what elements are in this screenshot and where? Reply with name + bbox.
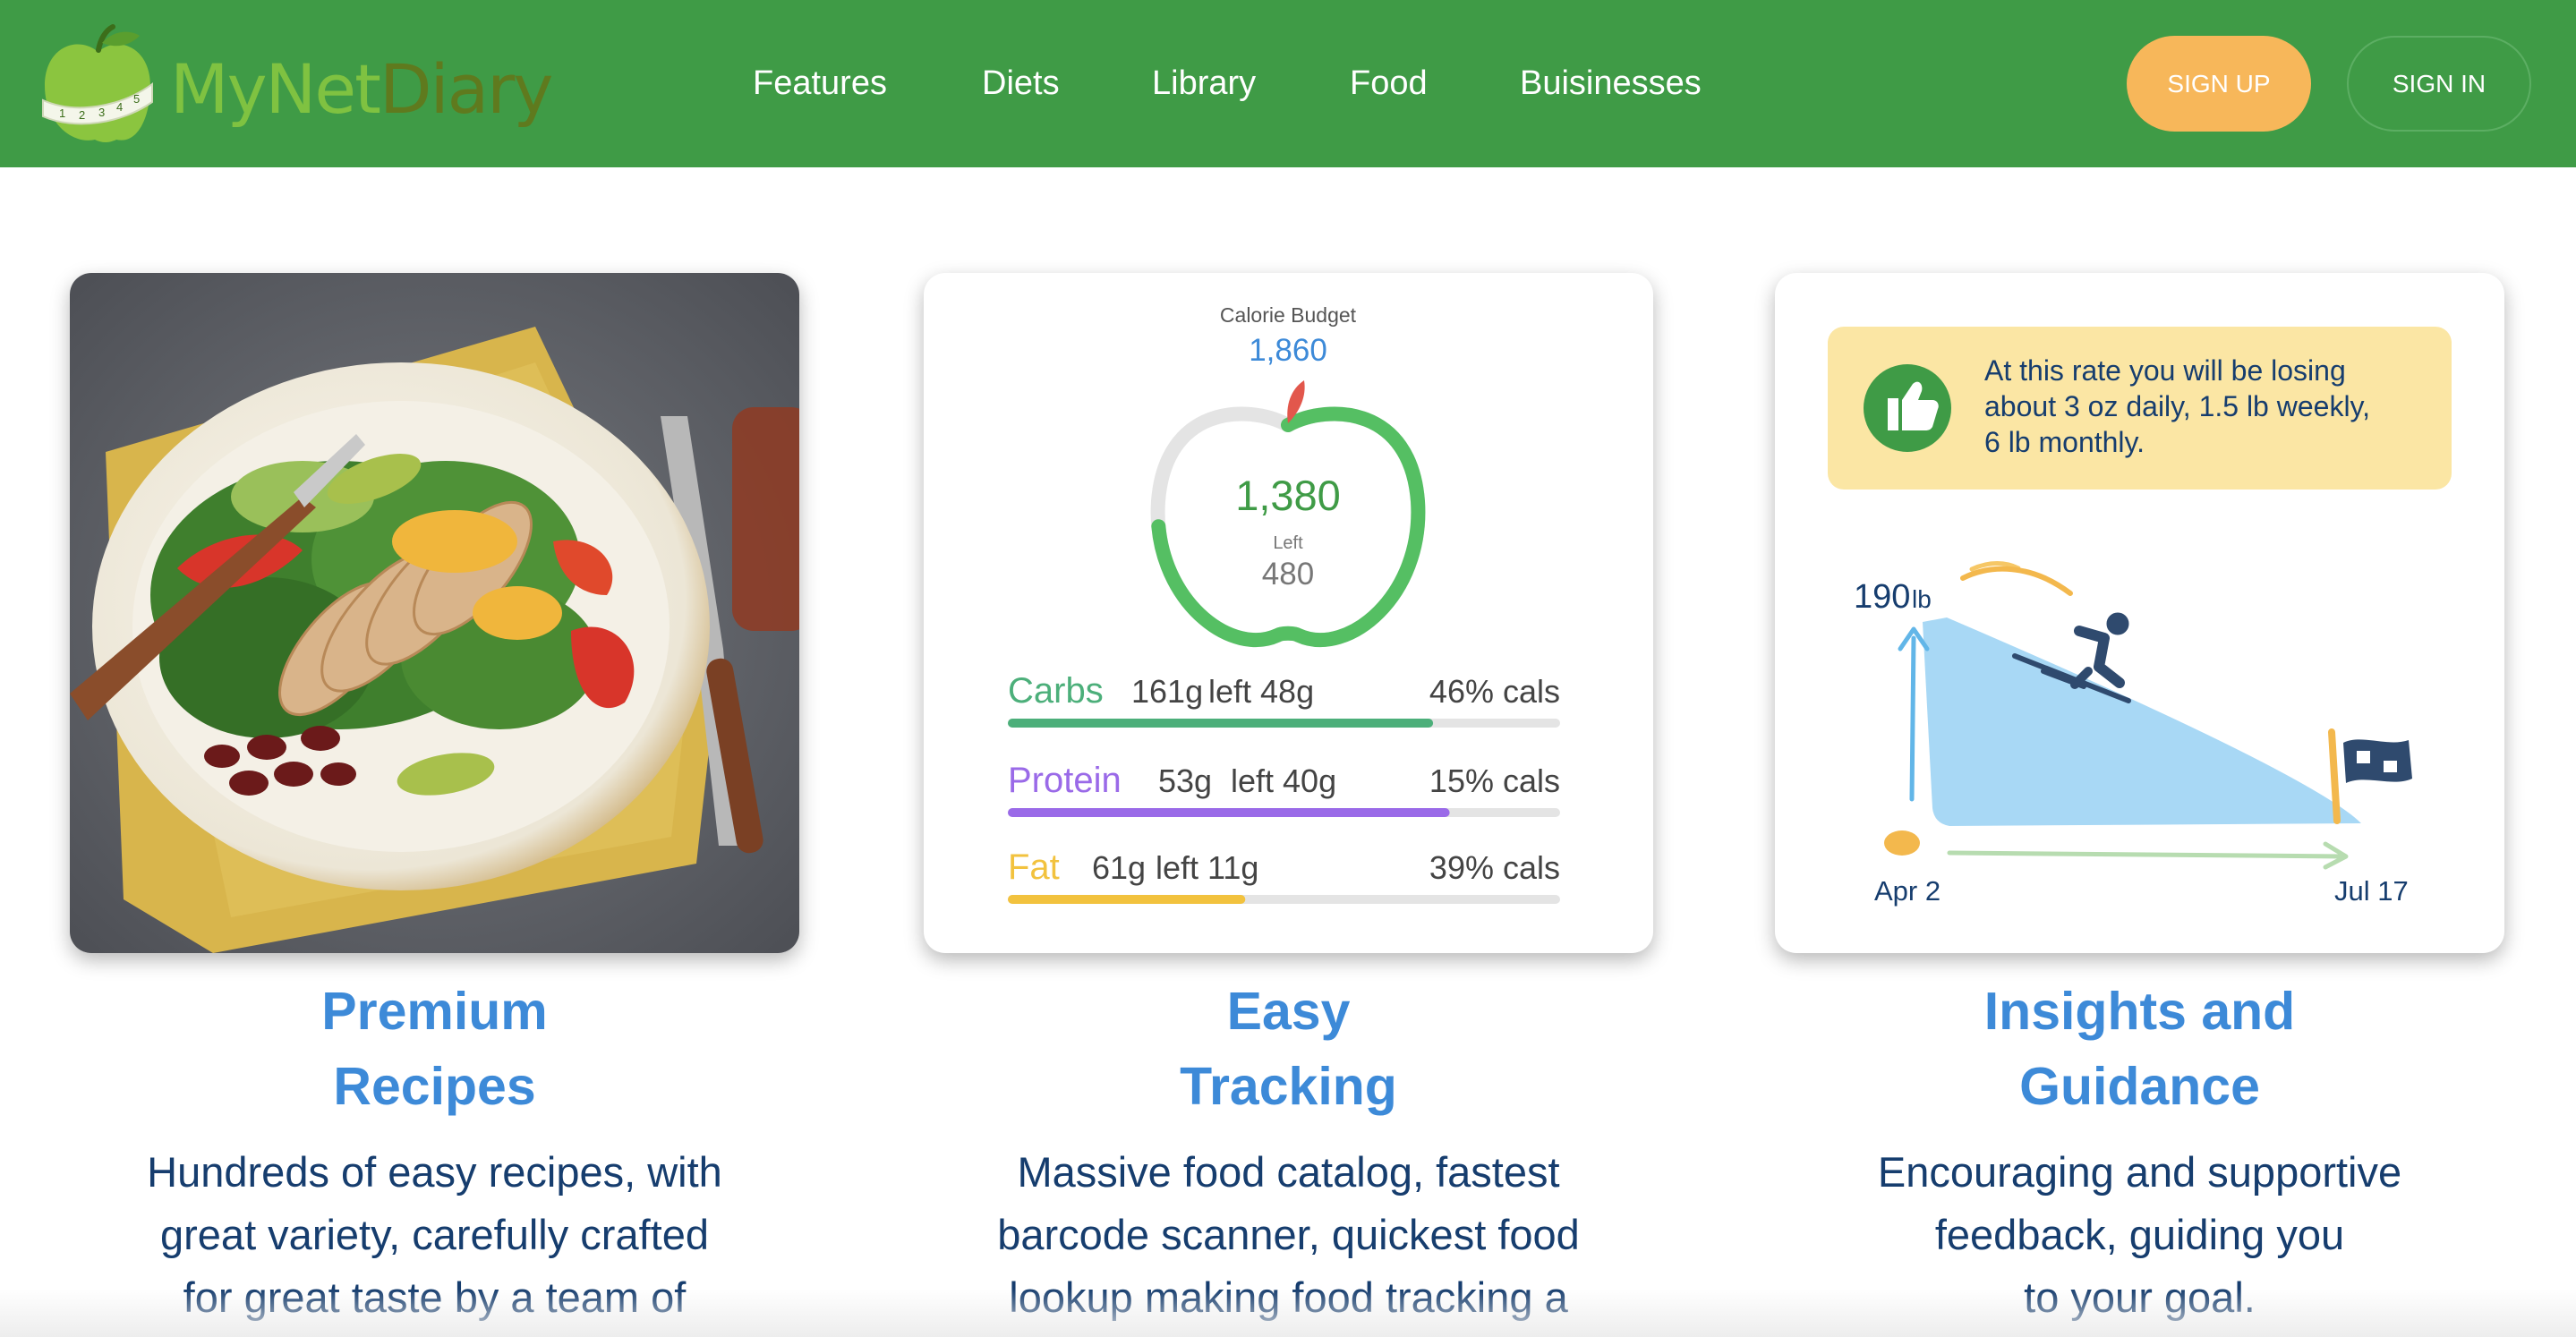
desc-line: feedback, guiding you (1934, 1211, 2345, 1258)
bottom-scroll-fade (0, 1289, 2576, 1337)
tracking-card[interactable]: Calorie Budget 1,860 1,380 Left 480 Carb… (924, 273, 1653, 953)
start-weight-value: 190 (1854, 578, 1910, 616)
macro-percent-cals: 15% cals (1429, 762, 1560, 799)
salad-plate-photo (70, 273, 799, 953)
macro-percent-cals: 39% cals (1429, 849, 1560, 886)
desc-line: Massive food catalog, fastest (1017, 1148, 1560, 1196)
calories-left-value: 480 (1262, 557, 1314, 592)
macro-name: Fat (1008, 847, 1060, 887)
macro-name: Carbs (1008, 671, 1104, 711)
tape-number: 1 (59, 106, 65, 120)
macro-left: left 11g (1156, 849, 1258, 886)
tape-number: 4 (116, 100, 123, 114)
insight-line-2: about 3 oz daily, 1.5 lb weekly, (1984, 390, 2370, 422)
macro-left: left 40g (1231, 762, 1336, 799)
sign-up-button[interactable]: SIGN UP (2127, 36, 2311, 132)
desc-line: great variety, carefully crafted (160, 1211, 709, 1258)
desc-line: Encouraging and supportive (1877, 1148, 2402, 1196)
calories-consumed: 1,380 (1235, 472, 1341, 519)
title-line: Tracking (1180, 1057, 1397, 1116)
mynetdiary-logo[interactable]: 1 2 3 4 5 MyNetDiary (39, 23, 559, 149)
insights-card[interactable]: At this rate you will be losing about 3 … (1775, 273, 2504, 953)
title-line: Easy (1226, 982, 1351, 1041)
nav-item-features[interactable]: Features (753, 61, 887, 106)
finish-flag-icon (2328, 728, 2412, 824)
tape-number: 5 (133, 92, 140, 106)
calories-left-label: Left (1273, 533, 1303, 553)
logo-wordmark-part1: MyNet (170, 49, 381, 129)
end-date-label: Jul 17 (2334, 875, 2409, 907)
macro-progress-fill (1008, 808, 1450, 817)
iced-tea-glass (732, 407, 799, 631)
macro-progress-fill (1008, 895, 1246, 904)
nav-item-food[interactable]: Food (1350, 61, 1428, 106)
consumed-arc (1150, 406, 1426, 647)
calorie-tracker-illustration: Calorie Budget 1,860 1,380 Left 480 Carb… (1008, 303, 1560, 904)
start-date-label: Apr 2 (1874, 875, 1941, 907)
logo-wordmark: MyNetDiary (170, 55, 553, 123)
weight-slope-area (1923, 617, 2361, 826)
tracking-title: Easy Tracking (924, 974, 1653, 1124)
desc-line: Hundreds of easy recipes, with (147, 1148, 722, 1196)
macro-progress-fill (1008, 719, 1434, 728)
recipes-card[interactable] (70, 273, 799, 953)
macro-grams: 61g (1092, 849, 1146, 886)
y-axis-arrow (1909, 635, 1916, 802)
macro-grams: 53g (1158, 762, 1212, 799)
calorie-budget-label: Calorie Budget (1220, 303, 1357, 327)
weight-loss-forecast-illustration: At this rate you will be losing about 3 … (1828, 327, 2452, 907)
insight-line-3: 6 lb monthly. (1984, 426, 2145, 458)
macro-name: Protein (1008, 761, 1122, 800)
title-line: Guidance (2019, 1057, 2260, 1116)
title-line: Premium (321, 982, 548, 1041)
nav-item-library[interactable]: Library (1152, 61, 1256, 106)
trajectory-swoosh-2 (1960, 566, 2073, 596)
logo-wordmark-part2: Diary (379, 49, 553, 129)
start-point-dot (1884, 830, 1920, 856)
recipes-title: Premium Recipes (70, 974, 799, 1124)
nav-item-businesses[interactable]: Buisinesses (1520, 61, 1702, 106)
macro-grams: 161g (1131, 673, 1203, 710)
x-axis-arrow (1947, 850, 2346, 859)
tape-number: 3 (98, 106, 105, 119)
title-line: Insights and (1983, 982, 2296, 1041)
top-navigation-bar: 1 2 3 4 5 MyNetDiary Features Diets Libr… (0, 0, 2576, 167)
tape-number: 2 (79, 108, 85, 122)
macro-percent-cals: 46% cals (1429, 673, 1560, 710)
sign-in-button[interactable]: SIGN IN (2347, 36, 2531, 132)
insights-title: Insights and Guidance (1775, 974, 2504, 1124)
insight-line-1: At this rate you will be losing (1984, 354, 2346, 387)
desc-line: barcode scanner, quickest food (997, 1211, 1580, 1258)
macro-list: Carbs 161g left 48g 46% cals Protein 53g left … (1008, 671, 1560, 904)
macro-left: left 48g (1208, 673, 1314, 710)
start-weight-unit: lb (1912, 585, 1932, 613)
title-line: Recipes (333, 1057, 536, 1116)
apple-tape-logo-icon: 1 2 3 4 5 (42, 24, 153, 143)
nav-item-diets[interactable]: Diets (982, 61, 1060, 106)
calorie-budget-value: 1,860 (1249, 333, 1327, 368)
